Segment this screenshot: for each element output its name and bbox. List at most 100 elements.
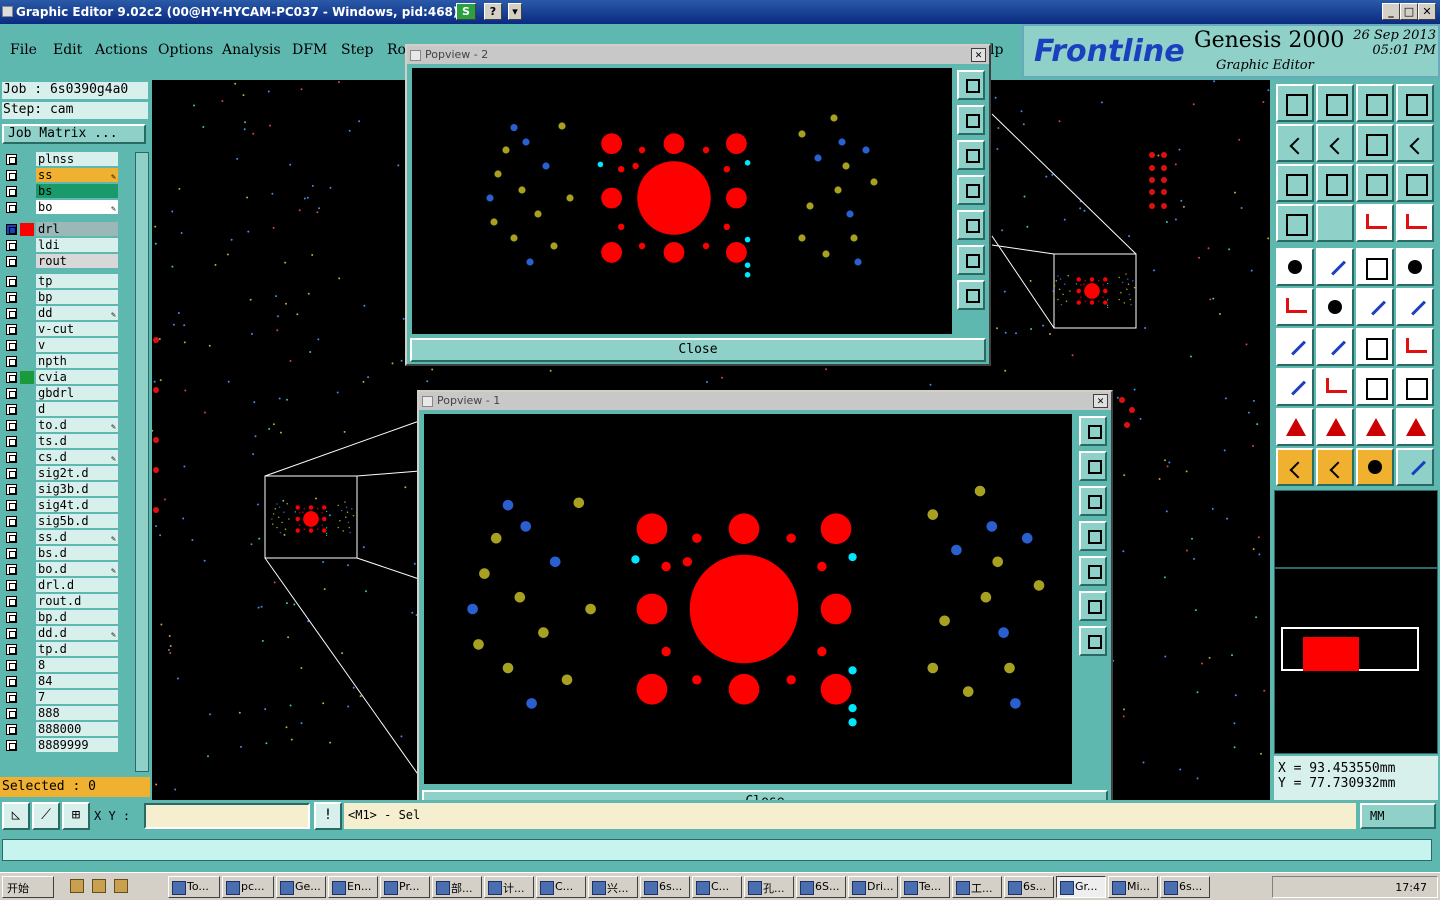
- taskbar-item[interactable]: C...: [536, 876, 586, 898]
- tool-icon[interactable]: [1276, 124, 1314, 162]
- layer-row[interactable]: plnss: [0, 152, 122, 167]
- zoom-tool-icon[interactable]: [957, 245, 985, 275]
- layer-checkbox[interactable]: [6, 724, 17, 735]
- tool-icon[interactable]: [1396, 124, 1434, 162]
- tool-icon[interactable]: [1316, 248, 1354, 286]
- layer-checkbox[interactable]: [6, 452, 17, 463]
- layer-checkbox[interactable]: [6, 580, 17, 591]
- layer-row[interactable]: sig3b.d: [0, 482, 122, 497]
- layer-row[interactable]: drl.d: [0, 578, 122, 593]
- tool-icon[interactable]: [1396, 408, 1434, 446]
- tool-icon[interactable]: [1316, 288, 1354, 326]
- zoom-tool-icon[interactable]: [957, 105, 985, 135]
- layer-checkbox[interactable]: [6, 692, 17, 703]
- dropdown-button[interactable]: ▾: [508, 3, 522, 20]
- tool-icon[interactable]: [1396, 448, 1434, 486]
- layer-row[interactable]: drl: [0, 222, 122, 237]
- popview-2-close-icon[interactable]: ✕: [971, 48, 986, 62]
- help-button[interactable]: ?: [484, 3, 502, 20]
- xy-input[interactable]: [144, 803, 310, 829]
- layer-checkbox[interactable]: [6, 202, 17, 213]
- taskbar-item[interactable]: Pr...: [380, 876, 430, 898]
- layer-checkbox[interactable]: [6, 532, 17, 543]
- layer-row[interactable]: sig4t.d: [0, 498, 122, 513]
- start-button[interactable]: 开始: [2, 876, 54, 898]
- layer-checkbox[interactable]: [6, 548, 17, 559]
- menu-file[interactable]: File: [10, 42, 37, 58]
- tool-icon[interactable]: [1396, 164, 1434, 202]
- menu-step[interactable]: Step: [341, 42, 373, 58]
- tool-icon[interactable]: [1276, 408, 1314, 446]
- layer-row[interactable]: 8889999: [0, 738, 122, 753]
- layer-row[interactable]: dd.d ✎: [0, 626, 122, 641]
- layer-row[interactable]: rout.d: [0, 594, 122, 609]
- layer-row[interactable]: cvia: [0, 370, 122, 385]
- layer-checkbox[interactable]: [6, 388, 17, 399]
- tool-icon[interactable]: [1356, 448, 1394, 486]
- layer-row[interactable]: bo ✎: [0, 200, 122, 215]
- menu-analysis[interactable]: Analysis: [222, 42, 281, 58]
- quicklaunch-icon[interactable]: [92, 879, 106, 893]
- taskbar-item[interactable]: pc...: [222, 876, 274, 898]
- layer-row[interactable]: bs: [0, 184, 122, 199]
- tool-icon[interactable]: [1316, 84, 1354, 122]
- taskbar-item[interactable]: Mi...: [1108, 876, 1158, 898]
- layer-checkbox[interactable]: [6, 170, 17, 181]
- layer-checkbox[interactable]: [6, 596, 17, 607]
- layer-checkbox[interactable]: [6, 308, 17, 319]
- zoom-tool-icon[interactable]: [1079, 521, 1107, 551]
- taskbar-item[interactable]: Ge...: [276, 876, 326, 898]
- tool-icon[interactable]: [1276, 288, 1314, 326]
- tool-icon[interactable]: [1276, 248, 1314, 286]
- tool-icon[interactable]: [1396, 248, 1434, 286]
- layer-row[interactable]: 8: [0, 658, 122, 673]
- taskbar-item[interactable]: 工...: [952, 876, 1002, 898]
- layer-row[interactable]: d: [0, 402, 122, 417]
- layer-row[interactable]: 84: [0, 674, 122, 689]
- taskbar-item[interactable]: Te...: [900, 876, 950, 898]
- zoom-tool-icon[interactable]: [957, 140, 985, 170]
- layer-checkbox[interactable]: [6, 708, 17, 719]
- layer-checkbox[interactable]: [6, 484, 17, 495]
- tool-icon[interactable]: [1276, 448, 1314, 486]
- popview-2-canvas[interactable]: [412, 68, 952, 334]
- taskbar-item[interactable]: 6s...: [1004, 876, 1054, 898]
- layer-checkbox[interactable]: [6, 420, 17, 431]
- layer-checkbox[interactable]: [6, 186, 17, 197]
- tool-icon[interactable]: [1356, 248, 1394, 286]
- layer-row[interactable]: v-cut: [0, 322, 122, 337]
- tool-icon[interactable]: [1356, 204, 1394, 242]
- popview-1-close-icon[interactable]: ✕: [1093, 394, 1108, 408]
- quicklaunch-icon[interactable]: [70, 879, 84, 893]
- layer-row[interactable]: tp: [0, 274, 122, 289]
- tool-icon[interactable]: [1356, 124, 1394, 162]
- layer-checkbox[interactable]: [6, 660, 17, 671]
- taskbar-item[interactable]: Gr...: [1056, 876, 1106, 898]
- tool-icon[interactable]: [1316, 328, 1354, 366]
- taskbar-item[interactable]: 孔...: [744, 876, 794, 898]
- zoom-tool-icon[interactable]: [1079, 556, 1107, 586]
- tool-icon[interactable]: [1316, 448, 1354, 486]
- alert-icon[interactable]: !: [314, 802, 342, 830]
- s-icon-button[interactable]: S: [456, 3, 476, 20]
- layer-checkbox[interactable]: [6, 372, 17, 383]
- layer-checkbox[interactable]: [6, 612, 17, 623]
- taskbar-item[interactable]: 计...: [484, 876, 534, 898]
- menu-actions[interactable]: Actions: [95, 42, 148, 58]
- taskbar-item[interactable]: Dri...: [848, 876, 898, 898]
- layer-row[interactable]: npth: [0, 354, 122, 369]
- layer-checkbox[interactable]: [6, 324, 17, 335]
- layer-checkbox[interactable]: [6, 564, 17, 575]
- minimize-button[interactable]: _: [1382, 3, 1400, 20]
- layer-row[interactable]: gbdrl: [0, 386, 122, 401]
- layer-row[interactable]: ldi: [0, 238, 122, 253]
- menu-dfm[interactable]: DFM: [292, 42, 327, 58]
- layer-checkbox[interactable]: [6, 256, 17, 267]
- layer-row[interactable]: cs.d ✎: [0, 450, 122, 465]
- tool-icon[interactable]: [1276, 368, 1314, 406]
- tool-icon[interactable]: [1356, 328, 1394, 366]
- layer-row[interactable]: tp.d: [0, 642, 122, 657]
- layer-row[interactable]: ss ✎: [0, 168, 122, 183]
- tool-icon[interactable]: [1276, 204, 1314, 242]
- tool-icon[interactable]: [1396, 204, 1434, 242]
